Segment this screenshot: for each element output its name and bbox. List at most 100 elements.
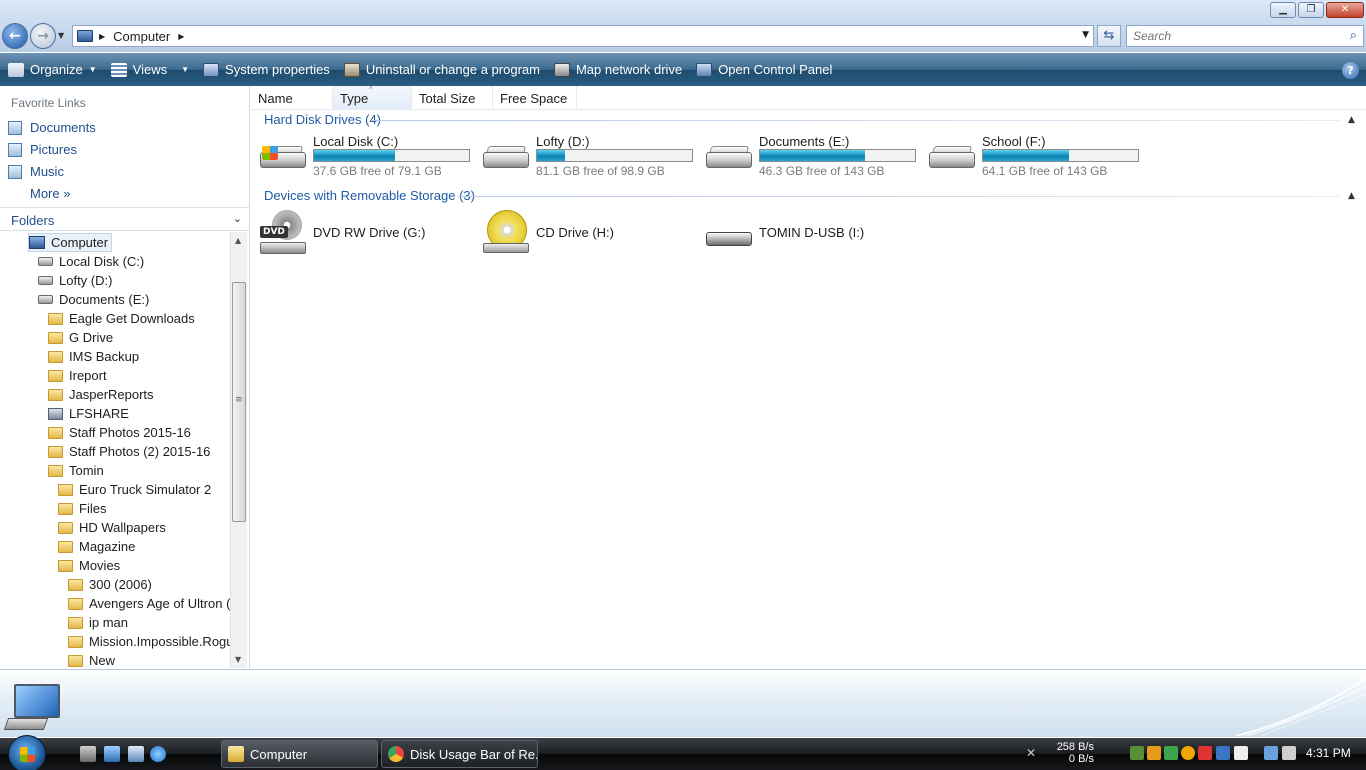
- forward-button[interactable]: →: [30, 23, 56, 49]
- tree-item[interactable]: G Drive: [48, 328, 113, 347]
- device-name: CD Drive (H:): [536, 225, 614, 240]
- tree-item[interactable]: Avengers Age of Ultron (20: [68, 594, 230, 613]
- search-icon[interactable]: ⌕: [1350, 28, 1357, 43]
- close-button[interactable]: ✕: [1326, 2, 1364, 18]
- maximize-button[interactable]: ❐: [1298, 2, 1324, 18]
- tray-app-icon[interactable]: [1198, 746, 1212, 760]
- tree-item[interactable]: Computer: [28, 233, 113, 252]
- group-header-removable[interactable]: Devices with Removable Storage (3): [264, 188, 475, 203]
- breadcrumb-computer[interactable]: Computer: [113, 29, 170, 44]
- views-button[interactable]: Views ▼: [110, 62, 189, 77]
- system-properties-button[interactable]: System properties: [203, 62, 330, 77]
- tree-item[interactable]: Lofty (D:): [38, 271, 112, 290]
- collapse-group-icon[interactable]: ▲: [1348, 191, 1355, 201]
- computer-icon: [77, 30, 93, 42]
- column-name[interactable]: Name: [251, 86, 333, 110]
- tree-item-label: Tomin: [69, 463, 104, 478]
- address-history-dropdown[interactable]: ▼: [1082, 30, 1089, 40]
- hard-drive-icon: [483, 146, 529, 168]
- taskbar-button-chrome[interactable]: Disk Usage Bar of Re...: [381, 740, 538, 768]
- group-header-hard-disks[interactable]: Hard Disk Drives (4): [264, 112, 381, 127]
- tree-item[interactable]: Ireport: [48, 366, 107, 385]
- more-links-button[interactable]: More »: [30, 186, 70, 201]
- hard-disk-item[interactable]: Lofty (D:) 81.1 GB free of 98.9 GB: [483, 134, 703, 180]
- tree-item[interactable]: LFSHARE: [48, 404, 129, 423]
- back-button[interactable]: ←: [2, 23, 28, 49]
- folder-icon: [48, 426, 63, 439]
- media-icon[interactable]: [128, 746, 144, 762]
- favorite-link-pictures[interactable]: Pictures: [8, 142, 77, 157]
- explorer-icon: [228, 746, 244, 762]
- tree-item[interactable]: Documents (E:): [38, 290, 149, 309]
- shield-icon[interactable]: [1216, 746, 1230, 760]
- organize-button[interactable]: Organize ▼: [8, 62, 97, 77]
- address-bar[interactable]: ▶ Computer ▶ ▼: [72, 25, 1094, 47]
- tree-item[interactable]: ip man: [68, 613, 128, 632]
- chevron-right-icon[interactable]: ▶: [178, 32, 184, 41]
- map-network-drive-button[interactable]: Map network drive: [553, 62, 682, 77]
- tray-app-icon[interactable]: [1181, 746, 1195, 760]
- tree-item[interactable]: Movies: [58, 556, 120, 575]
- tray-app-icon[interactable]: [1130, 746, 1144, 760]
- tree-item[interactable]: IMS Backup: [48, 347, 139, 366]
- tree-item[interactable]: Mission.Impossible.Rogue: [68, 632, 230, 651]
- taskbar-button-computer[interactable]: Computer: [221, 740, 378, 768]
- scrollbar-thumb[interactable]: ≡: [232, 282, 246, 522]
- tree-item[interactable]: JasperReports: [48, 385, 154, 404]
- control-panel-icon: [696, 62, 713, 77]
- disk-usage-fill: [760, 150, 865, 161]
- hard-disk-item[interactable]: Documents (E:) 46.3 GB free of 143 GB: [706, 134, 926, 180]
- open-control-panel-button[interactable]: Open Control Panel: [696, 62, 832, 77]
- tree-item[interactable]: Euro Truck Simulator 2: [58, 480, 211, 499]
- tree-item[interactable]: Local Disk (C:): [38, 252, 144, 271]
- uninstall-program-button[interactable]: Uninstall or change a program: [343, 62, 540, 77]
- tree-item-label: Lofty (D:): [59, 273, 113, 288]
- show-desktop-icon[interactable]: [80, 746, 96, 762]
- scroll-down-icon[interactable]: ▼: [235, 655, 241, 664]
- column-free-space[interactable]: Free Space: [493, 86, 577, 110]
- collapse-group-icon[interactable]: ▲: [1348, 115, 1355, 125]
- column-total-size[interactable]: Total Size: [412, 86, 493, 110]
- tree-item[interactable]: HD Wallpapers: [58, 518, 166, 537]
- recent-pages-dropdown[interactable]: ▼: [58, 31, 64, 40]
- removable-device-cd[interactable]: CD Drive (H:): [483, 210, 703, 256]
- favorite-link-documents[interactable]: Documents: [8, 120, 96, 135]
- tray-expand-icon[interactable]: ✕: [1026, 746, 1040, 760]
- tree-item[interactable]: Staff Photos (2) 2015-16: [48, 442, 210, 461]
- drive-name: Lofty (D:): [536, 134, 590, 149]
- tray-app-icon[interactable]: [1234, 746, 1248, 760]
- windows-logo-icon: [262, 146, 278, 160]
- minimize-button[interactable]: ▁: [1270, 2, 1296, 18]
- switch-windows-icon[interactable]: [104, 746, 120, 762]
- clock[interactable]: 4:31 PM: [1306, 746, 1351, 760]
- tree-item[interactable]: Eagle Get Downloads: [48, 309, 195, 328]
- tree-item[interactable]: Staff Photos 2015-16: [48, 423, 191, 442]
- tree-item[interactable]: Tomin: [48, 461, 104, 480]
- search-box[interactable]: ⌕: [1126, 25, 1364, 47]
- chevron-right-icon[interactable]: ▶: [99, 32, 105, 41]
- help-button[interactable]: ?: [1342, 62, 1359, 79]
- folders-header[interactable]: Folders ⌄: [0, 207, 249, 231]
- folder-icon: [48, 464, 63, 477]
- hard-drive-icon: [260, 146, 306, 168]
- start-button[interactable]: [8, 735, 46, 770]
- tree-item[interactable]: Magazine: [58, 537, 135, 556]
- hard-disk-item[interactable]: School (F:) 64.1 GB free of 143 GB: [929, 134, 1149, 180]
- search-input[interactable]: [1127, 26, 1327, 46]
- removable-device-dvd[interactable]: DVD DVD RW Drive (G:): [260, 210, 480, 256]
- tray-app-icon[interactable]: [1147, 746, 1161, 760]
- folder-tree-scrollbar[interactable]: ▲ ≡ ▼: [230, 232, 247, 668]
- scroll-up-icon[interactable]: ▲: [235, 236, 241, 245]
- column-type[interactable]: ^ Type: [333, 85, 412, 110]
- favorite-link-music[interactable]: Music: [8, 164, 64, 179]
- tree-item[interactable]: 300 (2006): [68, 575, 152, 594]
- tray-app-icon[interactable]: [1164, 746, 1178, 760]
- internet-explorer-icon[interactable]: [150, 746, 166, 762]
- refresh-button[interactable]: ⇆: [1097, 25, 1121, 47]
- removable-device-usb[interactable]: TOMIN D-USB (I:): [706, 210, 926, 256]
- network-icon[interactable]: [1264, 746, 1278, 760]
- tree-item[interactable]: New: [68, 651, 115, 668]
- hard-disk-item[interactable]: Local Disk (C:) 37.6 GB free of 79.1 GB: [260, 134, 480, 180]
- tree-item[interactable]: Files: [58, 499, 106, 518]
- volume-icon[interactable]: [1282, 746, 1296, 760]
